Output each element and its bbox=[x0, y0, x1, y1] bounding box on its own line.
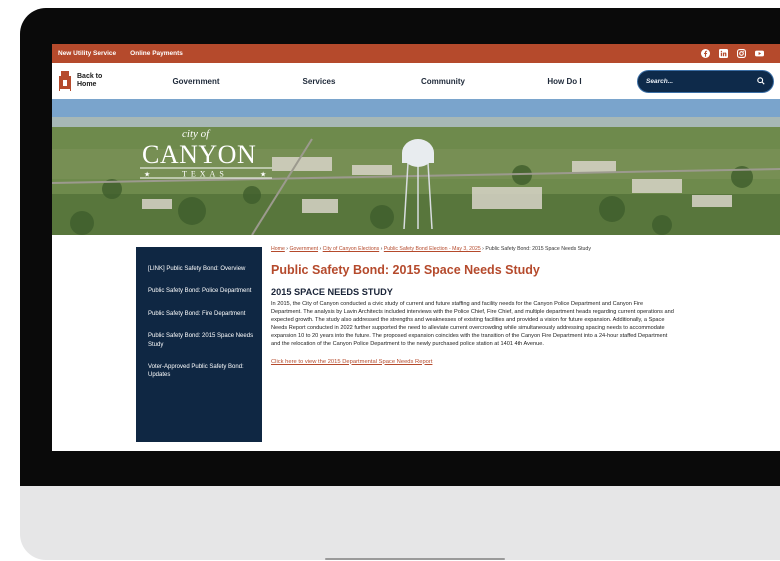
space-needs-report-link[interactable]: Click here to view the 2015 Departmental… bbox=[271, 359, 432, 365]
logo-city-of: city of bbox=[182, 128, 211, 140]
sidebar-item-space-needs[interactable]: Public Safety Bond: 2015 Space Needs Stu… bbox=[148, 332, 254, 349]
section-title: 2015 SPACE NEEDS STUDY bbox=[271, 287, 393, 297]
browser-screen: New Utility Service Online Payments Back bbox=[52, 44, 780, 451]
logo-canyon: CANYON bbox=[142, 140, 256, 169]
search-icon[interactable] bbox=[757, 77, 765, 85]
breadcrumb-home[interactable]: Home bbox=[271, 246, 285, 252]
sidebar-item-fire[interactable]: Public Safety Bond: Fire Department bbox=[148, 310, 254, 318]
nav-community[interactable]: Community bbox=[384, 77, 502, 86]
breadcrumb-current: Public Safety Bond: 2015 Space Needs Stu… bbox=[485, 246, 591, 252]
svg-text:★: ★ bbox=[260, 171, 266, 179]
sidebar-item-updates[interactable]: Voter-Approved Public Safety Bond: Updat… bbox=[148, 363, 254, 380]
nav-government[interactable]: Government bbox=[138, 77, 254, 86]
breadcrumb-elections[interactable]: City of Canyon Elections bbox=[323, 246, 380, 252]
back-to-home-link[interactable]: Back to Home bbox=[58, 70, 138, 92]
breadcrumb-government[interactable]: Government bbox=[289, 246, 318, 252]
utility-bar: New Utility Service Online Payments bbox=[52, 44, 780, 63]
online-payments-link[interactable]: Online Payments bbox=[130, 50, 183, 57]
monitor-stand bbox=[325, 558, 505, 560]
youtube-icon[interactable] bbox=[755, 49, 764, 58]
search-input[interactable] bbox=[646, 77, 757, 85]
new-utility-service-link[interactable]: New Utility Service bbox=[58, 50, 116, 57]
breadcrumb: Home › Government › City of Canyon Elect… bbox=[271, 246, 591, 252]
device-mockup: New Utility Service Online Payments Back bbox=[0, 0, 780, 561]
main-nav: Back to Home Government Services Communi… bbox=[52, 63, 780, 99]
body-paragraph: In 2015, the City of Canyon conducted a … bbox=[271, 301, 674, 348]
monitor-chin bbox=[20, 478, 780, 560]
nav-services[interactable]: Services bbox=[254, 77, 384, 86]
svg-text:★: ★ bbox=[144, 171, 150, 179]
main-content: Home › Government › City of Canyon Elect… bbox=[271, 246, 676, 368]
city-of-canyon-logo: city of CANYON ★ ★ TEXAS bbox=[140, 128, 272, 179]
section-sidebar: [LINK] Public Safety Bond: Overview Publ… bbox=[136, 247, 262, 442]
sidebar-item-police[interactable]: Public Safety Bond: Police Department bbox=[148, 287, 254, 295]
hero-banner: city of CANYON ★ ★ TEXAS bbox=[52, 99, 780, 235]
bell-tower-icon bbox=[59, 71, 71, 91]
home-label-line2: Home bbox=[77, 81, 97, 88]
logo-texas: TEXAS bbox=[182, 170, 228, 179]
content-area: [LINK] Public Safety Bond: Overview Publ… bbox=[52, 235, 780, 442]
page-title: Public Safety Bond: 2015 Space Needs Stu… bbox=[271, 263, 540, 277]
facebook-icon[interactable] bbox=[701, 49, 710, 58]
social-links bbox=[701, 49, 774, 58]
breadcrumb-bond-election[interactable]: Public Safety Bond Election - May 3, 202… bbox=[384, 246, 481, 252]
linkedin-icon[interactable] bbox=[719, 49, 728, 58]
instagram-icon[interactable] bbox=[737, 49, 746, 58]
search-box bbox=[637, 69, 774, 93]
nav-how-do-i[interactable]: How Do I bbox=[502, 77, 627, 86]
home-label-line1: Back to bbox=[77, 73, 103, 80]
sidebar-item-overview[interactable]: [LINK] Public Safety Bond: Overview bbox=[148, 265, 254, 273]
